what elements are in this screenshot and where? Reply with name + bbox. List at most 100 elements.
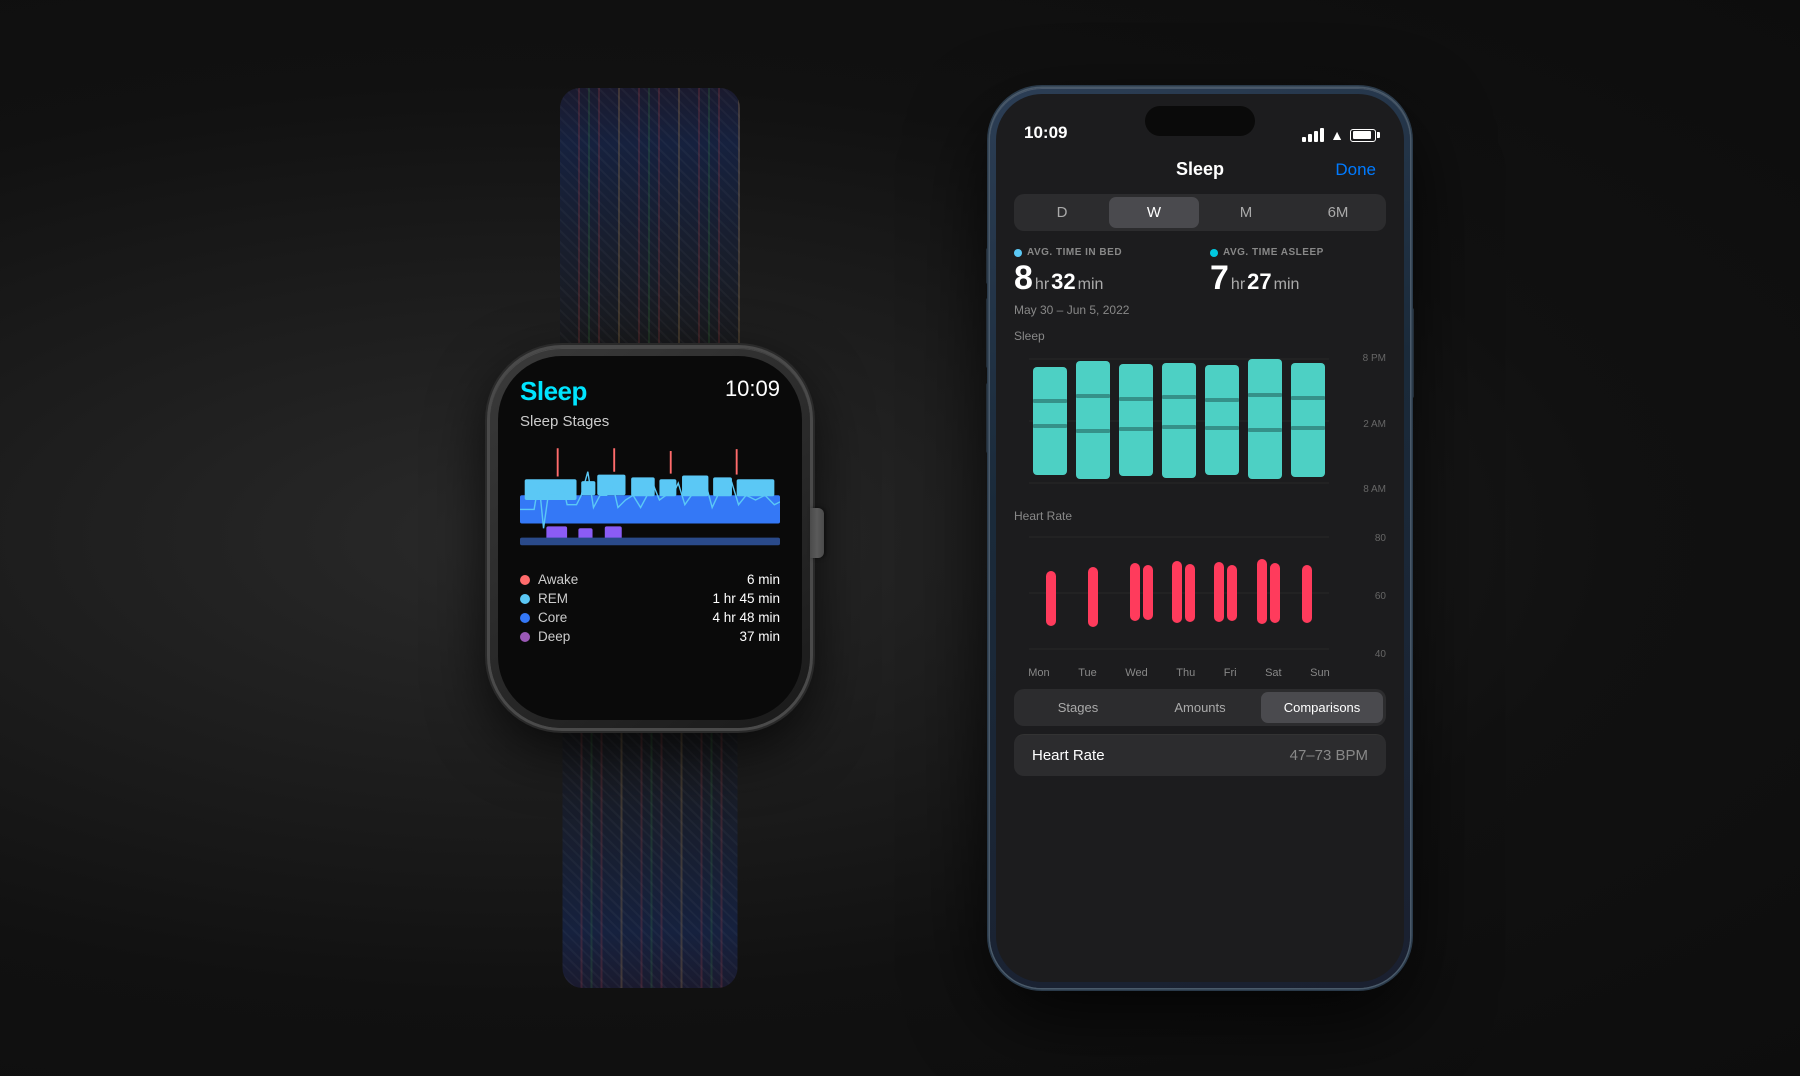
watch-header: Sleep 10:09 — [520, 376, 780, 407]
period-btn-m[interactable]: M — [1201, 197, 1291, 228]
time-asleep-minutes: 27 — [1247, 269, 1271, 295]
rem-value: 1 hr 45 min — [712, 591, 780, 606]
watch-body: Sleep 10:09 Sleep Stages — [490, 348, 810, 728]
tab-amounts[interactable]: Amounts — [1139, 692, 1261, 723]
time-in-bed-value: 8 hr 32 min — [1014, 261, 1190, 295]
watch-legend: Awake 6 min REM 1 hr 45 min — [520, 572, 780, 644]
watch-case: Sleep 10:09 Sleep Stages — [490, 348, 810, 728]
heart-rate-chart-wrapper: 80 60 40 — [1014, 529, 1386, 664]
period-btn-w[interactable]: W — [1109, 197, 1199, 228]
time-in-bed-stat: AVG. TIME IN BED 8 hr 32 min — [1014, 247, 1190, 295]
time-asleep-hours: 7 — [1210, 261, 1229, 295]
heart-rate-summary-row: Heart Rate 47–73 BPM — [1014, 734, 1386, 776]
rem-dot — [520, 594, 530, 604]
day-label-mon: Mon — [1028, 667, 1049, 679]
awake-label: Awake — [538, 572, 578, 587]
stats-row: AVG. TIME IN BED 8 hr 32 min — [996, 247, 1404, 295]
phone-container: 10:09 ▲ — [990, 88, 1410, 988]
power-button — [1410, 308, 1414, 398]
day-label-thu: Thu — [1176, 667, 1195, 679]
period-btn-6m[interactable]: 6M — [1293, 197, 1383, 228]
done-button[interactable]: Done — [1335, 160, 1376, 180]
sleep-chart-label: Sleep — [1014, 329, 1386, 343]
heart-rate-summary-label: Heart Rate — [1032, 747, 1105, 764]
legend-row-core: Core 4 hr 48 min — [520, 610, 780, 625]
battery-icon — [1350, 129, 1376, 142]
watch-crown — [810, 508, 824, 558]
heart-rate-chart-main — [1014, 529, 1344, 664]
time-in-bed-dot — [1014, 249, 1022, 257]
time-asleep-min-unit: min — [1274, 276, 1300, 294]
period-btn-d[interactable]: D — [1017, 197, 1107, 228]
watch-container: Sleep 10:09 Sleep Stages — [390, 88, 910, 988]
cellular-signal-icon — [1302, 128, 1324, 142]
legend-row-rem: REM 1 hr 45 min — [520, 591, 780, 606]
scene: Sleep 10:09 Sleep Stages — [390, 88, 1410, 988]
sleep-y-axis: 8 PM 2 AM 8 AM — [1344, 349, 1386, 499]
watch-app-title: Sleep — [520, 376, 587, 407]
time-asleep-value: 7 hr 27 min — [1210, 261, 1386, 295]
legend-row-awake: Awake 6 min — [520, 572, 780, 587]
app-title: Sleep — [1176, 159, 1224, 180]
sleep-y-label-3: 8 AM — [1363, 484, 1386, 495]
heart-rate-summary-value: 47–73 BPM — [1290, 747, 1368, 764]
heart-rate-y-axis: 80 60 40 — [1344, 529, 1386, 664]
phone-screen: 10:09 ▲ — [996, 94, 1404, 982]
signal-bar-3 — [1314, 131, 1318, 142]
watch-band-bottom — [563, 708, 738, 988]
signal-bar-1 — [1302, 137, 1306, 142]
deep-value: 37 min — [739, 629, 780, 644]
time-in-bed-hr-unit: hr — [1035, 276, 1049, 294]
time-in-bed-hours: 8 — [1014, 261, 1033, 295]
sleep-chart-main — [1014, 349, 1344, 499]
phone-frame: 10:09 ▲ — [990, 88, 1410, 988]
watch-screen: Sleep 10:09 Sleep Stages — [498, 356, 802, 720]
awake-dot — [520, 575, 530, 585]
time-in-bed-min-unit: min — [1078, 276, 1104, 294]
day-label-fri: Fri — [1224, 667, 1237, 679]
hr-y-label-2: 60 — [1375, 591, 1386, 602]
sleep-chart-wrapper: 8 PM 2 AM 8 AM — [1014, 349, 1386, 499]
status-time: 10:09 — [1024, 123, 1067, 143]
day-label-tue: Tue — [1078, 667, 1097, 679]
watch-subtitle: Sleep Stages — [520, 413, 780, 430]
day-label-sat: Sat — [1265, 667, 1282, 679]
day-labels: Mon Tue Wed Thu Fri Sat Sun — [1014, 667, 1344, 679]
sleep-y-label-2: 2 AM — [1363, 419, 1386, 430]
day-label-sun: Sun — [1310, 667, 1330, 679]
watch-band-top — [560, 88, 740, 368]
battery-fill — [1353, 131, 1372, 139]
app-header: Sleep Done — [996, 149, 1404, 194]
heart-rate-chart-section: Heart Rate — [996, 509, 1404, 679]
wifi-icon: ▲ — [1330, 127, 1344, 143]
time-asleep-label: AVG. TIME ASLEEP — [1210, 247, 1386, 258]
sleep-y-label-1: 8 PM — [1363, 353, 1386, 364]
time-in-bed-minutes: 32 — [1051, 269, 1075, 295]
watch-time: 10:09 — [725, 376, 780, 402]
status-icons: ▲ — [1302, 127, 1376, 143]
core-dot — [520, 613, 530, 623]
core-value: 4 hr 48 min — [712, 610, 780, 625]
tab-comparisons[interactable]: Comparisons — [1261, 692, 1383, 723]
rem-label: REM — [538, 591, 568, 606]
tab-stages[interactable]: Stages — [1017, 692, 1139, 723]
date-range: May 30 – Jun 5, 2022 — [996, 303, 1404, 317]
awake-value: 6 min — [747, 572, 780, 587]
time-in-bed-label-text: AVG. TIME IN BED — [1027, 247, 1122, 258]
dynamic-island — [1145, 106, 1255, 136]
heart-rate-chart-label: Heart Rate — [1014, 509, 1386, 523]
core-label: Core — [538, 610, 567, 625]
hr-y-label-1: 80 — [1375, 533, 1386, 544]
deep-dot — [520, 632, 530, 642]
day-label-wed: Wed — [1125, 667, 1147, 679]
time-asleep-hr-unit: hr — [1231, 276, 1245, 294]
time-asleep-label-text: AVG. TIME ASLEEP — [1223, 247, 1324, 258]
time-asleep-dot — [1210, 249, 1218, 257]
sleep-chart-section: Sleep — [996, 329, 1404, 499]
time-asleep-stat: AVG. TIME ASLEEP 7 hr 27 min — [1210, 247, 1386, 295]
time-in-bed-label: AVG. TIME IN BED — [1014, 247, 1190, 258]
signal-bar-4 — [1320, 128, 1324, 142]
signal-bar-2 — [1308, 134, 1312, 142]
deep-label: Deep — [538, 629, 570, 644]
period-selector: D W M 6M — [1014, 194, 1386, 231]
